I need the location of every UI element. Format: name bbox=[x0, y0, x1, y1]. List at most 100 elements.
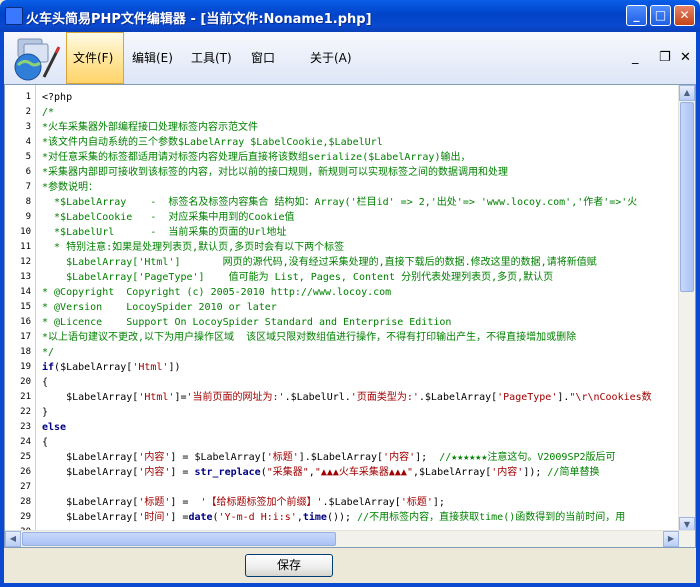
code-token: str_replace bbox=[194, 467, 261, 478]
code-token: //★★★★★★注意这句。V2009SP2版后可 bbox=[439, 452, 616, 463]
line-number: 25 bbox=[20, 452, 31, 462]
scroll-left-icon[interactable]: ◀ bbox=[5, 531, 21, 547]
code-line[interactable]: $LabelArray['PageType'] 值可能为 List, Pages… bbox=[42, 270, 553, 285]
code-line[interactable]: *$LabelArray - 标签名及标签内容集合 结构如：Array('栏目i… bbox=[42, 195, 637, 210]
scroll-up-icon[interactable]: ▲ bbox=[679, 85, 695, 101]
code-token: $LabelArray['Html'] 网页的源代码,没有经过采集处理的,直接下… bbox=[42, 257, 597, 268]
code-line[interactable]: $LabelArray['内容'] = $LabelArray['标题'].$L… bbox=[42, 450, 616, 465]
line-number: 2 bbox=[25, 107, 31, 117]
code-line[interactable]: $LabelArray['时间'] =date('Y-m-d H:i:s',ti… bbox=[42, 510, 625, 525]
code-line[interactable]: */ bbox=[42, 345, 54, 360]
code-token: '页面类型为:' bbox=[350, 392, 419, 403]
horizontal-scrollbar[interactable]: ◀ ▶ bbox=[5, 530, 695, 547]
scroll-right-icon[interactable]: ▶ bbox=[663, 531, 679, 547]
menu-item[interactable]: 工具(T) bbox=[185, 32, 241, 84]
code-line[interactable]: *以上语句建议不更改,以下为用户操作区域 该区域只限对数组值进行操作，不得有打印… bbox=[42, 330, 576, 345]
code-line[interactable]: $LabelArray['Html']='当前页面的网址为:'.$LabelUr… bbox=[42, 390, 652, 405]
code-token: 'Html' bbox=[132, 362, 169, 373]
code-token: '标题' bbox=[266, 452, 299, 463]
menu-item[interactable]: 编辑(E) bbox=[126, 32, 182, 84]
code-token: else bbox=[42, 422, 67, 433]
code-token: *该文件内自动系统的三个参数$LabelArray $LabelCookie,$… bbox=[42, 137, 383, 148]
code-line[interactable]: <?php bbox=[42, 90, 72, 105]
code-token: //简单替换 bbox=[547, 467, 600, 478]
vertical-scroll-thumb[interactable] bbox=[680, 102, 694, 292]
code-token: ,$LabelArray[ bbox=[412, 467, 492, 478]
code-token: $LabelArray[ bbox=[42, 452, 139, 463]
code-line[interactable]: { bbox=[42, 435, 48, 450]
code-line[interactable]: /* bbox=[42, 105, 54, 120]
code-token: time bbox=[302, 512, 327, 523]
code-line[interactable]: $LabelArray['标题'] = '【给标题标签加个前缀】'.$Label… bbox=[42, 495, 445, 510]
code-token: { bbox=[42, 377, 49, 388]
code-line[interactable]: } bbox=[42, 405, 48, 420]
menu-item[interactable]: 关于(A) bbox=[304, 32, 358, 84]
line-number: 28 bbox=[20, 497, 31, 507]
horizontal-scroll-thumb[interactable] bbox=[22, 532, 336, 546]
code-token: "采集器" bbox=[266, 467, 309, 478]
code-line[interactable]: *参数说明： bbox=[42, 180, 98, 195]
menu-bar: 文件(F)编辑(E)工具(T)窗口(W)关于(A) _ ❐ ✕ bbox=[0, 32, 700, 117]
line-number: 6 bbox=[25, 167, 31, 177]
code-line[interactable]: * 特别注意:如果是处理列表页,默认页,多页时会有以下两个标签 bbox=[42, 240, 344, 255]
line-number: 8 bbox=[25, 197, 31, 207]
code-line[interactable]: *对任意采集的标签都适用请对标签内容处理后直接将该数组serialize($La… bbox=[42, 150, 470, 165]
save-button[interactable]: 保存 bbox=[245, 554, 333, 577]
line-number: 1 bbox=[25, 92, 31, 102]
code-line[interactable]: * @Licence Support On LocoySpider Standa… bbox=[42, 315, 451, 330]
line-number: 5 bbox=[25, 152, 31, 162]
code-line[interactable]: $LabelArray['Html'] 网页的源代码,没有经过采集处理的,直接下… bbox=[42, 255, 597, 270]
line-number: 10 bbox=[20, 227, 31, 237]
code-token: '内容' bbox=[491, 467, 524, 478]
line-number: 12 bbox=[20, 257, 31, 267]
menu-item[interactable]: 窗口(W) bbox=[245, 32, 301, 117]
code-token: '时间' bbox=[138, 512, 171, 523]
maximize-button[interactable]: □ bbox=[650, 5, 671, 26]
window-frame-bottom bbox=[0, 583, 700, 587]
window-frame-right bbox=[696, 84, 700, 587]
line-number: 29 bbox=[20, 512, 31, 522]
code-token: "▲▲▲火车采集器▲▲▲" bbox=[314, 467, 413, 478]
code-token: ]) bbox=[168, 362, 181, 373]
code-line[interactable]: * @Copyright Copyright (c) 2005-2010 htt… bbox=[42, 285, 391, 300]
code-token: ] = bbox=[170, 467, 195, 478]
code-line[interactable]: * @Version LocoySpider 2010 or later bbox=[42, 300, 277, 315]
code-token: .$LabelArray[ bbox=[418, 392, 498, 403]
code-line[interactable]: { bbox=[42, 375, 48, 390]
code-line[interactable]: *$LabelUrl - 当前采集的页面的Url地址 bbox=[42, 225, 286, 240]
vertical-scrollbar[interactable]: ▲ ▼ bbox=[678, 85, 695, 533]
code-line[interactable]: *火车采集器外部编程接口处理标签内容示范文件 bbox=[42, 120, 258, 135]
line-number: 24 bbox=[20, 437, 31, 447]
code-token: $LabelArray[ bbox=[42, 497, 139, 508]
code-token: date bbox=[188, 512, 213, 523]
code-line[interactable]: if($LabelArray['Html']) bbox=[42, 360, 181, 375]
code-token: '【给标题标签加个前缀】' bbox=[200, 497, 323, 508]
code-token: ]= bbox=[174, 392, 187, 403]
code-editor[interactable]: 1 2 3 4 5 6 7 8 9 10 11 12 13 14 15 16 17 18 19 20 21 22 23 24 2… bbox=[4, 84, 696, 548]
code-token: ]. bbox=[557, 392, 570, 403]
code-token: //不用标签内容，直接获取time()函数得到的当前时间，用 bbox=[357, 512, 626, 523]
line-number: 7 bbox=[25, 182, 31, 192]
mdi-close-button[interactable]: ✕ bbox=[680, 50, 691, 65]
code-token: *对任意采集的标签都适用请对标签内容处理后直接将该数组serialize($La… bbox=[42, 152, 471, 163]
code-line[interactable]: *采集器内部即可接收到该标签的内容，对比以前的接口规则，新规则可以实现标签之间的… bbox=[42, 165, 508, 180]
minimize-button[interactable]: _ bbox=[626, 5, 647, 26]
code-line[interactable]: *该文件内自动系统的三个参数$LabelArray $LabelCookie,$… bbox=[42, 135, 383, 150]
code-token: 'Html' bbox=[138, 392, 175, 403]
code-token: $LabelArray['PageType'] 值可能为 List, Pages… bbox=[42, 272, 554, 283]
mdi-minimize-button[interactable]: _ bbox=[632, 50, 639, 65]
menu-item[interactable]: 文件(F) bbox=[66, 32, 124, 84]
code-token: '标题' bbox=[138, 497, 171, 508]
code-token: 'PageType' bbox=[497, 392, 558, 403]
code-area[interactable]: <?php /* *火车采集器外部编程接口处理标签内容示范文件 *该文件内自动系统的三… bbox=[42, 85, 679, 533]
line-number: 21 bbox=[20, 392, 31, 402]
code-line[interactable]: $LabelArray['内容'] = str_replace("采集器","▲… bbox=[42, 465, 599, 480]
code-line[interactable]: *$LabelCookie - 对应采集中用到的Cookie值 bbox=[42, 210, 295, 225]
mdi-restore-button[interactable]: ❐ bbox=[659, 50, 671, 65]
close-button[interactable]: ✕ bbox=[674, 5, 695, 26]
code-line[interactable]: else bbox=[42, 420, 66, 435]
code-token: if bbox=[42, 362, 55, 373]
code-token: ]); bbox=[523, 467, 548, 478]
line-number: 4 bbox=[25, 137, 31, 147]
code-token: ].$LabelArray[ bbox=[298, 452, 384, 463]
